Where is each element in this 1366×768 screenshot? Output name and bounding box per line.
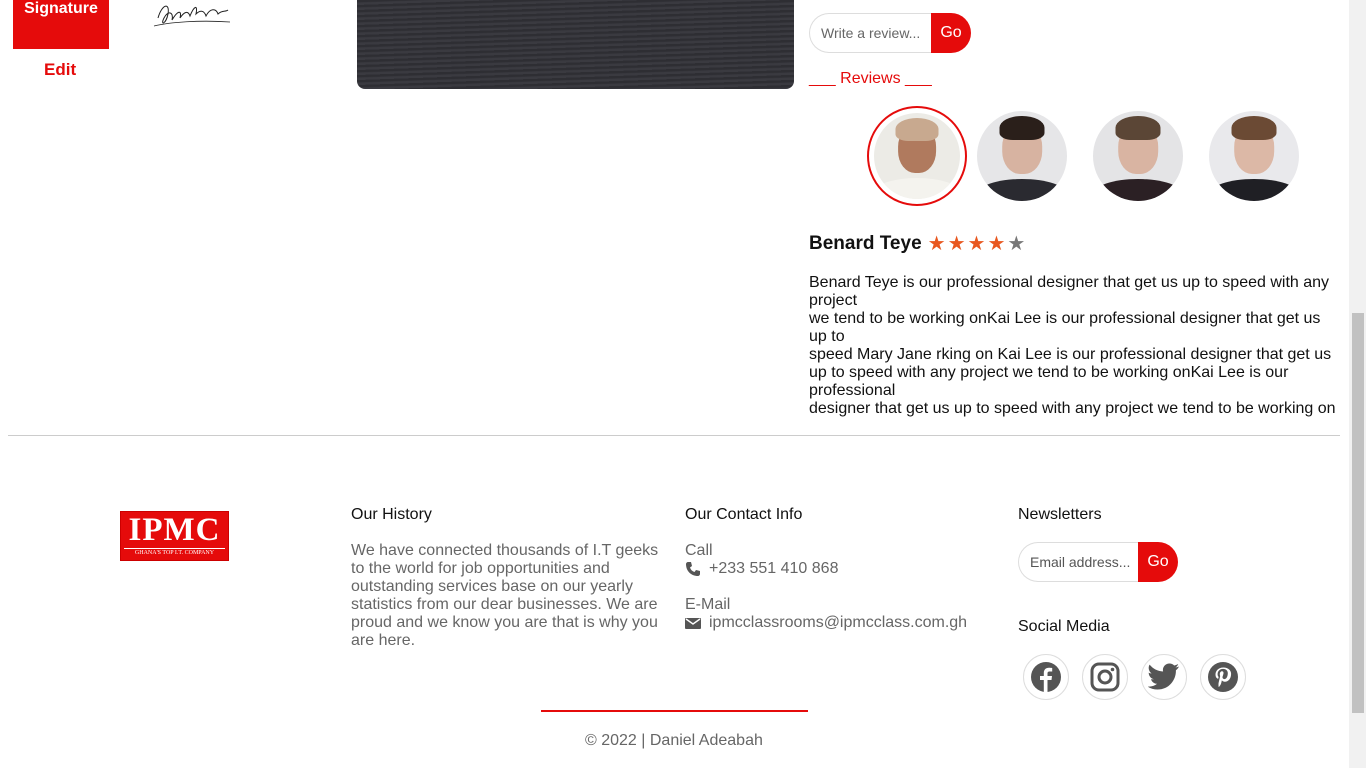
social-links bbox=[1023, 654, 1259, 700]
signature-image bbox=[153, 5, 231, 27]
review-text-line: Benard Teye is our professional designer… bbox=[809, 274, 1330, 309]
history-title: Our History bbox=[351, 506, 432, 523]
reviews-heading: ___ Reviews ___ bbox=[809, 70, 932, 87]
phone-icon bbox=[686, 562, 700, 576]
instagram-link[interactable] bbox=[1082, 654, 1128, 700]
contact-call: Call +233 551 410 868 bbox=[685, 542, 838, 578]
star-filled-icon: ★ bbox=[927, 232, 946, 255]
twitter-icon bbox=[1148, 663, 1179, 690]
ipmc-logo[interactable]: IPMC GHANA'S TOP I.T. COMPANY bbox=[120, 511, 229, 561]
avatar-4[interactable] bbox=[1209, 111, 1315, 206]
contact-email: E-Mail ipmcclassrooms@ipmcclass.com.gh bbox=[685, 596, 967, 632]
newsletter-title: Newsletters bbox=[1018, 506, 1102, 523]
instagram-icon bbox=[1090, 662, 1120, 692]
envelope-icon bbox=[685, 618, 701, 629]
newsletter-email-input[interactable] bbox=[1018, 542, 1138, 582]
avatar-1[interactable] bbox=[867, 106, 967, 206]
reviewer-name: Benard Teye bbox=[809, 233, 922, 254]
star-empty-icon: ★ bbox=[1007, 232, 1026, 255]
avatar-photo bbox=[1209, 111, 1299, 201]
review-text-line: speed Mary Jane rking on Kai Lee is our … bbox=[809, 346, 1332, 399]
star-rating: ★ ★ ★ ★ ★ bbox=[928, 234, 1028, 255]
email-line[interactable]: ipmcclassrooms@ipmcclass.com.gh bbox=[685, 614, 967, 632]
avatar-3[interactable] bbox=[1093, 111, 1199, 206]
review-input[interactable] bbox=[809, 13, 931, 53]
pinterest-link[interactable] bbox=[1200, 654, 1246, 700]
phone-number: +233 551 410 868 bbox=[709, 560, 839, 577]
newsletter-submit-button[interactable]: Go bbox=[1138, 542, 1178, 582]
section-divider bbox=[8, 435, 1340, 436]
edit-signature-link[interactable]: Edit bbox=[44, 60, 76, 80]
star-filled-icon: ★ bbox=[987, 232, 1006, 255]
star-filled-icon: ★ bbox=[967, 232, 986, 255]
facebook-link[interactable] bbox=[1023, 654, 1069, 700]
footer-accent-line bbox=[541, 710, 808, 712]
star-filled-icon: ★ bbox=[947, 232, 966, 255]
review-text-line: designer that get us up to speed with an… bbox=[809, 400, 1336, 417]
facebook-icon bbox=[1031, 662, 1061, 692]
logo-text: IPMC bbox=[128, 512, 221, 548]
history-text: We have connected thousands of I.T geeks… bbox=[351, 542, 659, 649]
review-form: Go bbox=[809, 13, 971, 53]
contact-title: Our Contact Info bbox=[685, 506, 803, 523]
social-title: Social Media bbox=[1018, 618, 1110, 635]
email-label: E-Mail bbox=[685, 596, 731, 613]
reviewer-header: Benard Teye ★ ★ ★ ★ ★ bbox=[809, 233, 1027, 255]
twitter-link[interactable] bbox=[1141, 654, 1187, 700]
reviewer-avatars bbox=[867, 106, 1325, 206]
review-submit-button[interactable]: Go bbox=[931, 13, 971, 53]
email-address: ipmcclassrooms@ipmcclass.com.gh bbox=[709, 614, 968, 631]
avatar-photo bbox=[874, 113, 960, 199]
avatar-photo bbox=[977, 111, 1067, 201]
review-text-line: we tend to be working onKai Lee is our p… bbox=[809, 310, 1321, 345]
signature-card: Signature bbox=[13, 0, 109, 49]
avatar-2[interactable] bbox=[977, 111, 1083, 206]
copyright-text: © 2022 | Daniel Adeabah bbox=[585, 732, 763, 749]
newsletter-form: Go bbox=[1018, 542, 1178, 582]
logo-tagline: GHANA'S TOP I.T. COMPANY bbox=[124, 548, 225, 557]
page-scrollbar-thumb[interactable] bbox=[1352, 313, 1364, 713]
product-image bbox=[357, 0, 794, 89]
pinterest-icon bbox=[1208, 662, 1238, 692]
signature-label: Signature bbox=[24, 0, 98, 17]
avatar-photo bbox=[1093, 111, 1183, 201]
call-label: Call bbox=[685, 542, 713, 559]
review-text: Benard Teye is our professional designer… bbox=[809, 274, 1339, 418]
phone-line[interactable]: +233 551 410 868 bbox=[685, 560, 838, 578]
